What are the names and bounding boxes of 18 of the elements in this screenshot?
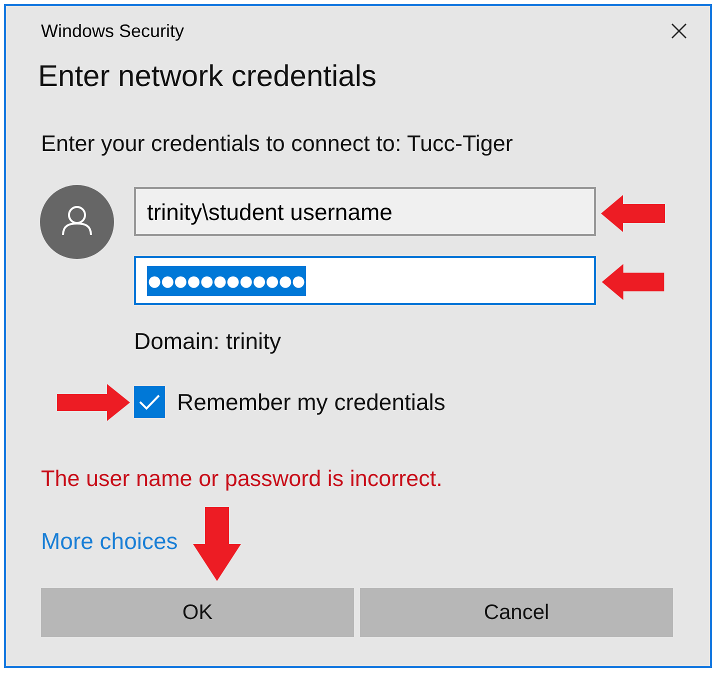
dialog-heading: Enter network credentials	[38, 60, 376, 93]
down-arrow-icon	[193, 507, 241, 581]
checkbox-label: Remember my credentials	[177, 389, 446, 415]
domain-text: Domain: trinity	[134, 328, 281, 354]
input-field[interactable]: trinity\student username	[134, 187, 596, 236]
left-arrow-icon	[601, 195, 665, 232]
right-arrow-icon	[57, 384, 130, 421]
left-arrow-icon	[601, 264, 665, 300]
checkmark-icon	[139, 394, 160, 410]
checkbox[interactable]	[134, 386, 165, 418]
ok-button[interactable]: OK	[41, 588, 354, 637]
error-message: The user name or password is incorrect.	[41, 466, 442, 491]
input-field[interactable]: ●●●●●●●●●●●●	[134, 256, 596, 305]
user-avatar-icon	[40, 185, 114, 259]
prompt-text: Enter your credentials to connect to: Tucc-Tiger	[41, 131, 513, 156]
close-icon	[671, 23, 687, 39]
window-title: Windows Security	[41, 20, 184, 42]
cancel-button[interactable]: Cancel	[360, 588, 673, 637]
